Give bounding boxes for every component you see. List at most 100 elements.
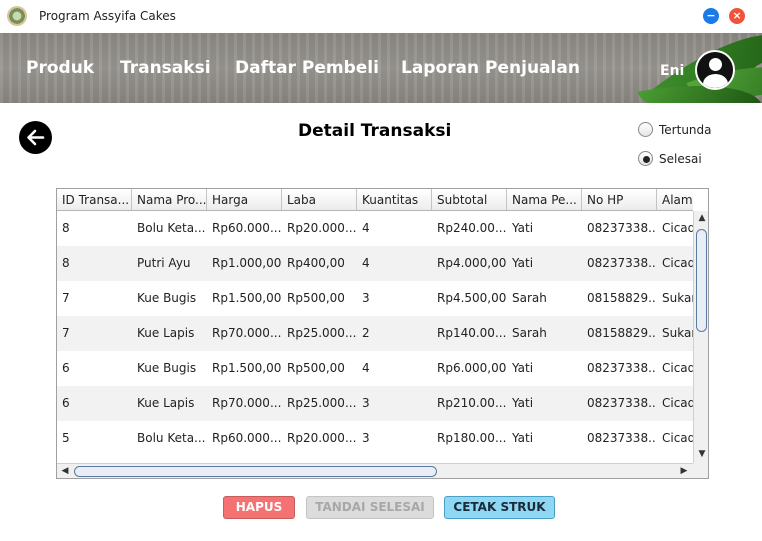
column-header[interactable]: Subtotal xyxy=(432,189,507,210)
horizontal-scroll-thumb[interactable] xyxy=(74,466,437,477)
table-cell: Yati xyxy=(512,431,534,445)
cetak-struk-button[interactable]: CETAK STRUK xyxy=(444,496,555,519)
table-cell: Sarah xyxy=(512,326,547,340)
header-banner xyxy=(0,33,762,103)
table-cell: 08237338... xyxy=(587,396,657,410)
table-cell: 2 xyxy=(362,326,370,340)
table-cell: Rp500,00 xyxy=(287,291,345,305)
table-cell: Kue Lapis xyxy=(137,396,195,410)
table-cell: 08158829... xyxy=(587,291,657,305)
table-cell: 4 xyxy=(362,221,370,235)
table-cell: Yati xyxy=(512,361,534,375)
table-cell: Cicad xyxy=(662,221,693,235)
radio-circle[interactable] xyxy=(638,122,653,137)
table-cell: Rp60.000... xyxy=(212,221,282,235)
column-header[interactable]: Alama xyxy=(657,189,693,210)
column-header[interactable]: Harga xyxy=(207,189,282,210)
radio-selected-dot xyxy=(643,156,650,163)
table-cell: 7 xyxy=(62,291,70,305)
table-cell: Cicad xyxy=(662,256,693,270)
table-cell: Rp70.000... xyxy=(212,396,282,410)
table-cell: Cicad xyxy=(662,396,693,410)
table-cell: Rp20.000... xyxy=(287,431,357,445)
column-header[interactable]: ID Transa... xyxy=(57,189,132,210)
table-cell: 8 xyxy=(62,221,70,235)
table-cell: 3 xyxy=(362,431,370,445)
scroll-left-icon[interactable]: ◀ xyxy=(58,466,72,476)
title-bar: Program Assyifa Cakes − × xyxy=(0,0,762,33)
table-cell: Rp25.000... xyxy=(287,396,357,410)
scroll-down-icon[interactable]: ▼ xyxy=(695,449,708,459)
column-header[interactable]: No HP xyxy=(582,189,657,210)
table-cell: Rp500,00 xyxy=(287,361,345,375)
table-cell: Rp4.000,00 xyxy=(437,256,507,270)
table-row[interactable]: 6 Kue Bugis Rp1.500,00 Rp500,00 4 Rp6.000,00 Y… xyxy=(57,351,693,386)
table-cell: 08158829... xyxy=(587,326,657,340)
window-title: Program Assyifa Cakes xyxy=(39,9,176,23)
vertical-scroll-thumb[interactable] xyxy=(696,229,707,332)
table-cell: Rp4.500,00 xyxy=(437,291,507,305)
scroll-up-icon[interactable]: ▲ xyxy=(695,213,708,223)
back-button[interactable] xyxy=(19,121,52,154)
avatar-body xyxy=(703,74,728,88)
table-cell: Rp25.000... xyxy=(287,326,357,340)
table-cell: Rp1.500,00 xyxy=(212,361,282,375)
table-cell: 08237338... xyxy=(587,256,657,270)
table-row[interactable]: 8 Bolu Keta... Rp60.000... Rp20.000... 4 Rp24… xyxy=(57,211,693,246)
table-cell: 4 xyxy=(362,361,370,375)
table-cell: Sukar xyxy=(662,326,693,340)
tandai-selesai-button[interactable]: TANDAI SELESAI xyxy=(306,496,434,519)
table-cell: Yati xyxy=(512,221,534,235)
page-title: Detail Transaksi xyxy=(298,121,452,141)
table-cell: Bolu Keta... xyxy=(137,431,206,445)
table-cell: 4 xyxy=(362,256,370,270)
scroll-right-icon[interactable]: ▶ xyxy=(677,466,691,476)
table-cell: Rp400,00 xyxy=(287,256,345,270)
nav-transaksi[interactable]: Transaksi xyxy=(120,58,211,78)
radio-circle[interactable] xyxy=(638,151,653,166)
table-cell: Yati xyxy=(512,396,534,410)
table-cell: Rp1.500,00 xyxy=(212,291,282,305)
table-cell: Kue Bugis xyxy=(137,291,197,305)
radio-label: Selesai xyxy=(659,152,702,166)
vertical-scrollbar[interactable]: ▲ ▼ xyxy=(693,211,708,463)
table-cell: Rp210.00... xyxy=(437,396,507,410)
minimize-button[interactable]: − xyxy=(703,8,719,24)
table-row[interactable]: 8 Putri Ayu Rp1.000,00 Rp400,00 4 Rp4.000,00 Y… xyxy=(57,246,693,281)
table-cell: Rp60.000... xyxy=(212,431,282,445)
horizontal-scrollbar[interactable]: ◀ ▶ xyxy=(57,463,693,478)
column-header[interactable]: Kuantitas xyxy=(357,189,432,210)
close-button[interactable]: × xyxy=(729,8,745,24)
table-cell: Rp240.00... xyxy=(437,221,507,235)
table-row[interactable]: 6 Kue Lapis Rp70.000... Rp25.000... 3 Rp210.0… xyxy=(57,386,693,421)
table-cell: Kue Bugis xyxy=(137,361,197,375)
arrow-left-icon xyxy=(27,129,45,146)
table-cell: Rp140.00... xyxy=(437,326,507,340)
table-header: ID Transa... Nama Pro... Harga Laba Kuantita… xyxy=(57,189,693,211)
hapus-button[interactable]: HAPUS xyxy=(223,496,295,519)
user-avatar-icon[interactable] xyxy=(695,50,735,90)
table-cell: 8 xyxy=(62,256,70,270)
transaction-table: ID Transa... Nama Pro... Harga Laba Kuantita… xyxy=(56,188,709,479)
app-logo-icon xyxy=(7,6,27,26)
table-cell: 5 xyxy=(62,431,70,445)
table-cell: Sukar xyxy=(662,291,693,305)
table-row[interactable]: 5 Bolu Keta... Rp60.000... Rp20.000... 3 Rp18… xyxy=(57,421,693,456)
column-header[interactable]: Nama Pe... xyxy=(507,189,582,210)
nav-laporan-penjualan[interactable]: Laporan Penjualan xyxy=(401,58,580,78)
column-header[interactable]: Laba xyxy=(282,189,357,210)
table-row[interactable]: 7 Kue Lapis Rp70.000... Rp25.000... 2 Rp140.0… xyxy=(57,316,693,351)
column-header[interactable]: Nama Pro... xyxy=(132,189,207,210)
table-cell: 08237338... xyxy=(587,431,657,445)
user-name: Eni xyxy=(660,63,685,79)
table-cell: Cicad xyxy=(662,431,693,445)
table-cell: 6 xyxy=(62,361,70,375)
nav-daftar-pembeli[interactable]: Daftar Pembeli xyxy=(235,58,379,78)
table-body: 8 Bolu Keta... Rp60.000... Rp20.000... 4 Rp24… xyxy=(57,211,693,463)
table-cell: Cicad xyxy=(662,361,693,375)
table-cell: 08237338... xyxy=(587,221,657,235)
nav-produk[interactable]: Produk xyxy=(26,58,94,78)
table-cell: Rp1.000,00 xyxy=(212,256,282,270)
table-cell: Rp180.00... xyxy=(437,431,507,445)
table-row[interactable]: 7 Kue Bugis Rp1.500,00 Rp500,00 3 Rp4.500,00 S… xyxy=(57,281,693,316)
